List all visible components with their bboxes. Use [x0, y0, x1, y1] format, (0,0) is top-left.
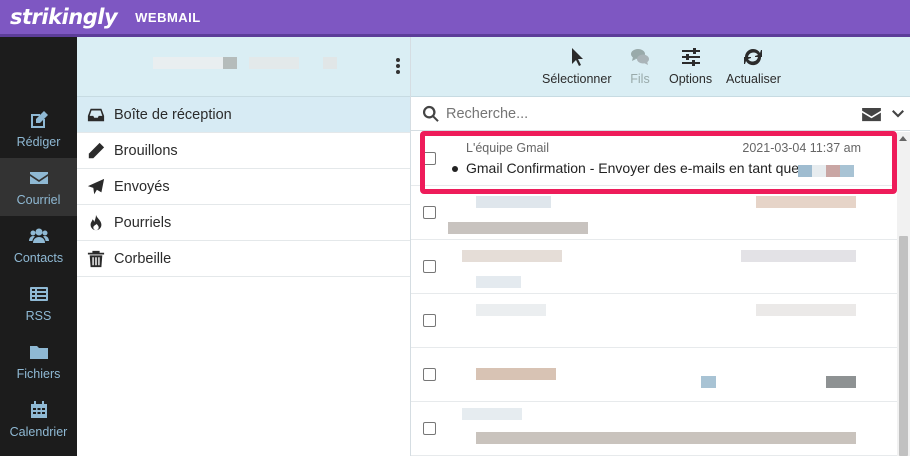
redacted-text: [462, 408, 522, 420]
nav-rss-label: RSS: [25, 308, 52, 323]
search-input[interactable]: [446, 105, 826, 122]
redacted-text: [476, 276, 521, 288]
redacted-text: [476, 368, 556, 380]
sliders-icon: [681, 48, 700, 66]
folder-sent-label: Envoyés: [114, 178, 170, 195]
speech-bubbles-icon: [631, 49, 649, 65]
message-row[interactable]: [411, 402, 899, 456]
nav-calendar-label: Calendrier: [9, 424, 68, 439]
nav-compose[interactable]: Rédiger: [0, 100, 77, 158]
message-checkbox[interactable]: [423, 422, 436, 435]
search-icon[interactable]: [422, 105, 440, 123]
message-row[interactable]: [411, 348, 899, 402]
nav-compose-label: Rédiger: [16, 134, 61, 149]
folder-icon: [29, 345, 48, 359]
nav-files[interactable]: Fichiers: [0, 332, 77, 390]
message-checkbox[interactable]: [423, 260, 436, 273]
message-row[interactable]: [411, 294, 899, 348]
redacted-text: [756, 196, 856, 208]
account-menu-icon[interactable]: [395, 58, 401, 76]
paper-plane-icon: [87, 178, 105, 194]
calendar-icon: [30, 400, 47, 418]
list-toolbar: Sélectionner Fils Options Actualiser: [411, 37, 910, 97]
rss-icon: [29, 286, 48, 301]
message-checkbox[interactable]: [423, 206, 436, 219]
refresh-button[interactable]: Actualiser: [726, 47, 781, 86]
redacted-text: [756, 304, 856, 316]
folder-drafts-label: Brouillons: [114, 142, 178, 159]
message-list-scrollbar[interactable]: [897, 132, 910, 456]
folder-spam[interactable]: Pourriels: [77, 205, 410, 241]
nav-files-label: Fichiers: [16, 366, 61, 381]
envelope-icon: [29, 171, 48, 184]
message-checkbox[interactable]: [423, 314, 436, 327]
inbox-icon: [87, 108, 105, 121]
fire-icon: [90, 214, 102, 230]
threads-label: Fils: [630, 72, 650, 86]
compose-icon: [30, 110, 48, 128]
nav-rss[interactable]: RSS: [0, 274, 77, 332]
message-row[interactable]: [411, 240, 899, 294]
envelope-filter-icon[interactable]: [862, 107, 881, 122]
brand-logo[interactable]: strikingly: [10, 5, 118, 29]
folder-inbox[interactable]: Boîte de réception: [77, 97, 410, 133]
folder-drafts[interactable]: Brouillons: [77, 133, 410, 169]
folder-sent[interactable]: Envoyés: [77, 169, 410, 205]
pencil-icon: [88, 142, 105, 158]
refresh-icon: [744, 48, 763, 66]
nav-contacts[interactable]: Contacts: [0, 216, 77, 274]
search-bar: [411, 97, 910, 131]
redacted-text: [741, 250, 856, 262]
redacted-text: [701, 376, 716, 388]
account-name-redacted: [223, 57, 237, 69]
scroll-thumb[interactable]: [899, 236, 908, 456]
nav-calendar[interactable]: Calendrier: [0, 390, 77, 448]
folder-trash[interactable]: Corbeille: [77, 241, 410, 277]
highlight-box: [420, 131, 897, 194]
contacts-icon: [28, 228, 49, 243]
options-button[interactable]: Options: [669, 47, 712, 86]
select-button[interactable]: Sélectionner: [542, 47, 612, 86]
folder-spam-label: Pourriels: [114, 214, 172, 231]
trash-icon: [87, 250, 105, 267]
message-checkbox[interactable]: [423, 368, 436, 381]
chevron-down-icon[interactable]: [892, 110, 904, 118]
nav-mail[interactable]: Courriel: [0, 158, 77, 216]
select-label: Sélectionner: [542, 72, 612, 86]
scroll-up-arrow-icon[interactable]: [899, 136, 907, 141]
redacted-text: [476, 304, 546, 316]
message-row[interactable]: [411, 186, 899, 240]
options-label: Options: [669, 72, 713, 86]
nav-contacts-label: Contacts: [13, 250, 64, 265]
account-name-redacted: [153, 57, 223, 69]
redacted-text: [476, 432, 856, 444]
refresh-label: Actualiser: [726, 72, 781, 86]
folder-pane: Boîte de réception Brouillons Envoyés Po…: [77, 37, 411, 456]
account-name-redacted: [323, 57, 337, 69]
folder-inbox-label: Boîte de réception: [114, 106, 232, 123]
threads-button[interactable]: Fils: [630, 47, 650, 86]
redacted-text: [826, 376, 856, 388]
account-header: [77, 37, 410, 97]
redacted-text: [462, 250, 562, 262]
redacted-text: [448, 222, 588, 234]
nav-mail-label: Courriel: [16, 192, 61, 207]
account-name-redacted: [249, 57, 299, 69]
product-name: WEBMAIL: [135, 9, 201, 25]
folder-trash-label: Corbeille: [114, 250, 172, 267]
top-bar: strikingly WEBMAIL: [0, 0, 910, 37]
main-navigation: Rédiger Courriel Contacts RSS Fichiers C…: [0, 37, 77, 456]
cursor-icon: [571, 48, 583, 66]
redacted-text: [476, 196, 551, 208]
